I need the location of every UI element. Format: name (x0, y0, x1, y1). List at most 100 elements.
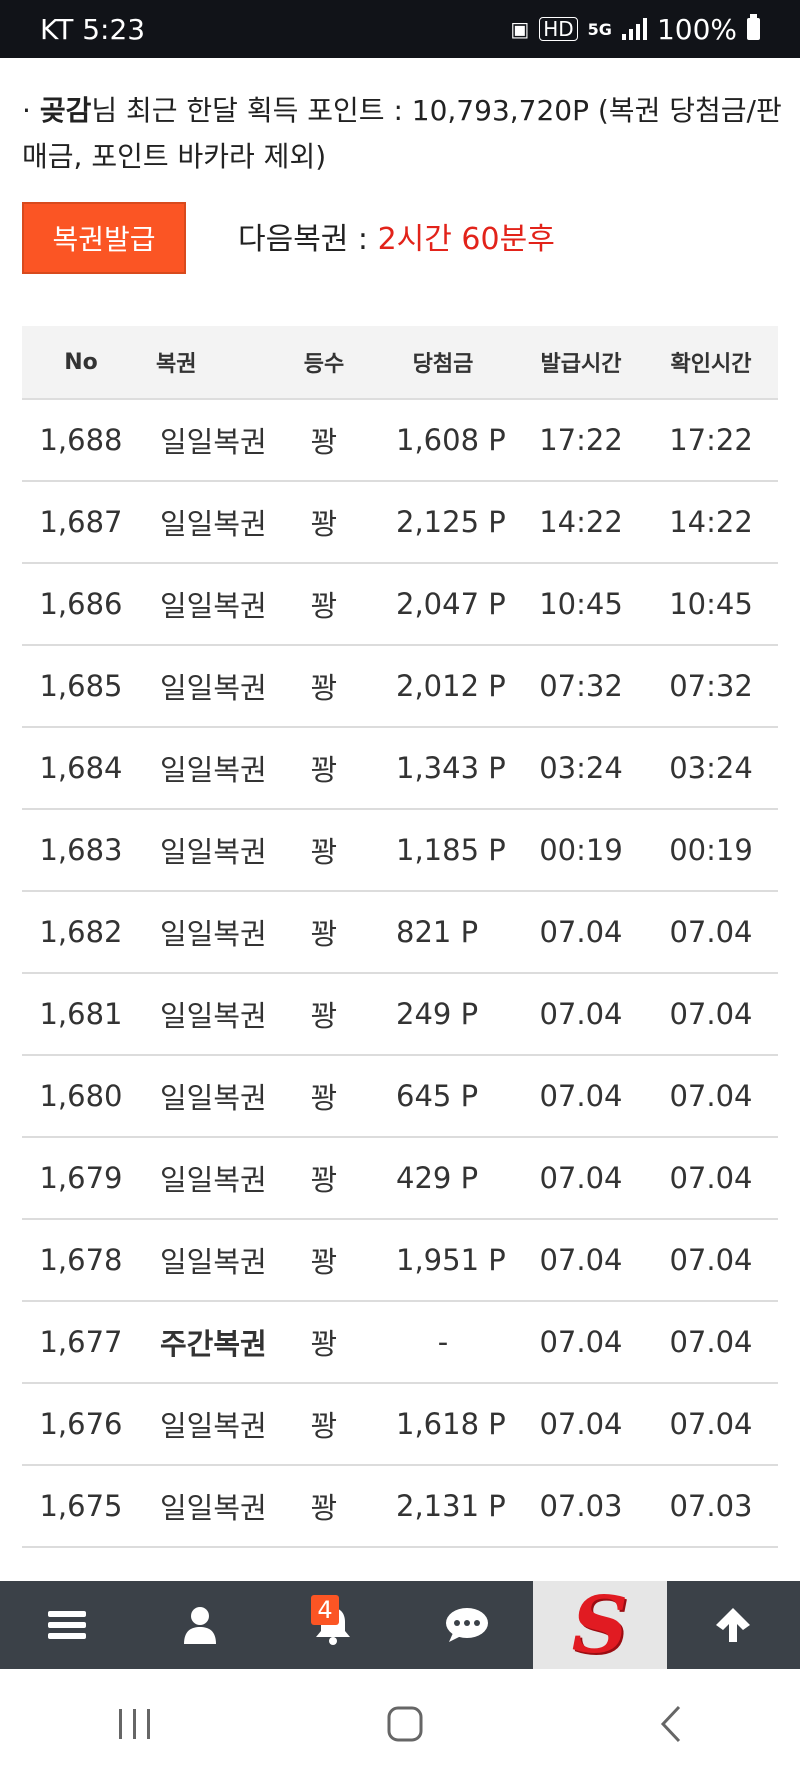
issue-lottery-button[interactable]: 복권발급 (22, 202, 186, 274)
cell-lottery-type: 일일복권 (160, 999, 267, 1033)
cell-checked-time: 17:22 (669, 423, 753, 457)
chat-icon (445, 1608, 488, 1642)
header-checked-time: 확인시간 (670, 352, 752, 377)
cell-prize: 1,618 P (396, 1407, 506, 1441)
table-row[interactable]: 1,679 일일복권 꽝 429 P 07.04 07.04 (22, 1138, 778, 1220)
notification-button[interactable]: 4 (267, 1581, 400, 1669)
cell-rank: 꽝 (310, 1163, 338, 1197)
cell-prize: 1,608 P (396, 423, 506, 457)
cell-issued-time: 17:22 (539, 423, 623, 457)
nfc-icon: ▣ (510, 17, 530, 41)
cell-issued-time: 07.04 (539, 1243, 623, 1277)
points-text: 님 최근 한달 획득 포인트 : 10,793,720P (복권 당첨금/판매금… (22, 94, 782, 173)
table-row[interactable]: 1,682 일일복권 꽝 821 P 07.04 07.04 (22, 892, 778, 974)
cell-checked-time: 07.04 (669, 1407, 753, 1441)
username[interactable]: 곶감 (40, 94, 92, 127)
cell-issued-time: 07:32 (539, 669, 623, 703)
table-row[interactable]: 1,688 일일복권 꽝 1,608 P 17:22 17:22 (22, 400, 778, 482)
cell-prize: 249 P (396, 997, 479, 1031)
cell-lottery-type: 일일복권 (160, 1081, 267, 1115)
cell-checked-time: 07.04 (669, 915, 753, 949)
table-row[interactable]: 1,678 일일복권 꽝 1,951 P 07.04 07.04 (22, 1220, 778, 1302)
table-row[interactable]: 1,683 일일복권 꽝 1,185 P 00:19 00:19 (22, 810, 778, 892)
cell-checked-time: 10:45 (669, 587, 753, 621)
header-lottery: 복권 (156, 352, 197, 377)
bullet: · (22, 94, 31, 127)
cell-rank: 꽝 (310, 589, 338, 623)
cell-no: 1,678 (39, 1243, 123, 1277)
cell-prize: 645 P (396, 1079, 479, 1113)
android-nav-bar (0, 1669, 800, 1778)
table-row[interactable]: 1,677 주간복권 꽝 - 07.04 07.04 (22, 1302, 778, 1384)
site-logo-button[interactable]: S (533, 1579, 667, 1671)
table-row[interactable]: 1,675 일일복권 꽝 2,131 P 07.03 07.03 (22, 1466, 778, 1548)
cell-no: 1,684 (39, 751, 123, 785)
table-row[interactable]: 1,680 일일복권 꽝 645 P 07.04 07.04 (22, 1056, 778, 1138)
cell-rank: 꽝 (310, 917, 338, 951)
cell-lottery-type: 일일복권 (160, 917, 267, 951)
cell-lottery-type: 주간복권 (160, 1327, 267, 1361)
network-5g-icon: 5G (587, 19, 612, 39)
cell-lottery-type: 일일복권 (160, 753, 267, 787)
cell-prize: 1,343 P (396, 751, 506, 785)
cell-issued-time: 03:24 (539, 751, 623, 785)
cell-checked-time: 00:19 (669, 833, 753, 867)
cell-no: 1,687 (39, 505, 123, 539)
table-row[interactable]: 1,686 일일복권 꽝 2,047 P 10:45 10:45 (22, 564, 778, 646)
cell-no: 1,677 (39, 1325, 123, 1359)
monthly-points-summary: · 곶감님 최근 한달 획득 포인트 : 10,793,720P (복권 당첨금… (22, 88, 782, 180)
table-row[interactable]: 1,681 일일복권 꽝 249 P 07.04 07.04 (22, 974, 778, 1056)
cell-issued-time: 07.04 (539, 915, 623, 949)
cell-no: 1,683 (39, 833, 123, 867)
cell-checked-time: 07:32 (669, 669, 753, 703)
carrier-time: KT 5:23 (40, 12, 146, 46)
cell-lottery-type: 일일복권 (160, 1491, 267, 1525)
cell-issued-time: 10:45 (539, 587, 623, 621)
cell-rank: 꽝 (310, 999, 338, 1033)
battery-percent: 100% (656, 12, 737, 46)
table-row[interactable]: 1,685 일일복권 꽝 2,012 P 07:32 07:32 (22, 646, 778, 728)
cell-rank: 꽝 (310, 1491, 338, 1525)
cell-no: 1,681 (39, 997, 123, 1031)
cell-no: 1,686 (39, 587, 123, 621)
status-bar: KT 5:23 ▣ HD 5G 100% (0, 0, 800, 58)
hd-icon: HD (539, 17, 578, 41)
cell-no: 1,688 (39, 423, 123, 457)
menu-icon (47, 1611, 86, 1639)
scroll-top-button[interactable] (667, 1581, 800, 1669)
cell-issued-time: 07.04 (539, 997, 623, 1031)
header-prize: 당첨금 (412, 352, 474, 377)
cell-issued-time: 07.04 (539, 1161, 623, 1195)
cell-checked-time: 07.04 (669, 997, 753, 1031)
arrow-up-icon (716, 1608, 751, 1642)
next-lottery-label: 다음복권 : (238, 222, 378, 257)
user-button[interactable] (133, 1581, 266, 1669)
cell-rank: 꽝 (310, 1245, 338, 1279)
cell-checked-time: 07.03 (669, 1489, 753, 1523)
back-icon[interactable] (655, 1704, 685, 1744)
cell-checked-time: 03:24 (669, 751, 753, 785)
header-no: No (64, 349, 98, 375)
cell-issued-time: 07.03 (539, 1489, 623, 1523)
site-logo: S (571, 1579, 629, 1671)
bottom-nav: 4 S (0, 1579, 800, 1671)
cell-no: 1,682 (39, 915, 123, 949)
cell-issued-time: 00:19 (539, 833, 623, 867)
table-body: 1,688 일일복권 꽝 1,608 P 17:22 17:22 1,687 일일복권 꽝 2,1… (22, 400, 778, 1548)
cell-rank: 꽝 (310, 1327, 338, 1361)
recent-apps-icon[interactable] (115, 1707, 155, 1741)
cell-issued-time: 14:22 (539, 505, 623, 539)
notification-badge: 4 (311, 1595, 339, 1625)
battery-icon (747, 14, 760, 40)
cell-prize: 1,951 P (396, 1243, 506, 1277)
header-rank: 등수 (303, 352, 345, 377)
cell-rank: 꽝 (310, 835, 338, 869)
chat-button[interactable] (400, 1581, 533, 1669)
menu-button[interactable] (0, 1581, 133, 1669)
cell-checked-time: 14:22 (669, 505, 753, 539)
cell-lottery-type: 일일복권 (160, 835, 267, 869)
table-row[interactable]: 1,687 일일복권 꽝 2,125 P 14:22 14:22 (22, 482, 778, 564)
table-row[interactable]: 1,684 일일복권 꽝 1,343 P 03:24 03:24 (22, 728, 778, 810)
home-icon[interactable] (385, 1704, 425, 1744)
table-row[interactable]: 1,676 일일복권 꽝 1,618 P 07.04 07.04 (22, 1384, 778, 1466)
